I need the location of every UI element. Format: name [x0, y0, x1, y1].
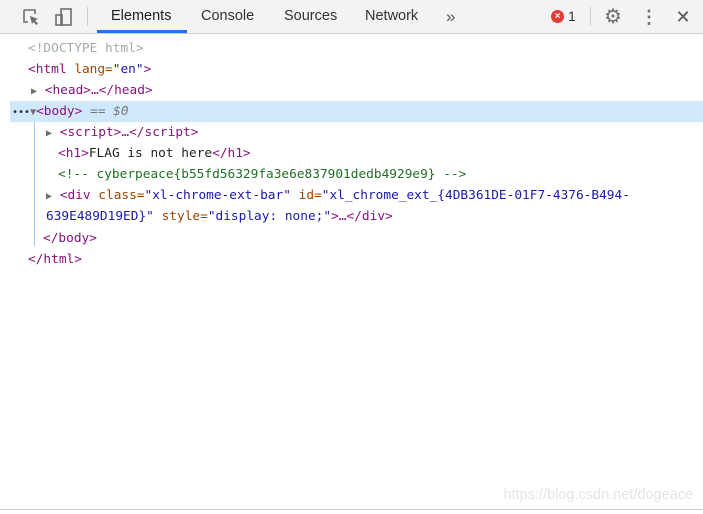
tag-bracket: >: [143, 62, 152, 77]
head-tag: <head>…</head>: [44, 83, 153, 98]
attr-name: id=: [290, 188, 322, 203]
attr-name: lang=: [66, 62, 113, 77]
more-options-icon[interactable]: ⋮: [639, 7, 659, 27]
attr-value: 639E489D19ED}": [46, 209, 154, 224]
head-node[interactable]: ▶ <head>…</head>: [31, 80, 153, 101]
attr-value: "en": [112, 62, 144, 77]
error-count[interactable]: 1: [568, 8, 576, 24]
error-icon[interactable]: ×: [551, 10, 564, 23]
more-tabs-button[interactable]: »: [432, 0, 469, 33]
doctype-node[interactable]: <!DOCTYPE html>: [28, 38, 144, 59]
comment-node[interactable]: <!-- cyberpeace{b55fd56329fa3e6e837901de…: [58, 164, 466, 185]
h1-node[interactable]: <h1>FLAG is not here</h1>: [58, 143, 251, 164]
tab-elements[interactable]: Elements: [97, 0, 187, 33]
watermark: https://blog.csdn.net/dogeace: [503, 487, 693, 503]
expand-triangle-icon[interactable]: ▶: [46, 191, 52, 202]
selected-marker: == $0: [82, 104, 129, 119]
div-close-tag: >…</div>: [331, 209, 393, 224]
html-close-tag[interactable]: </html>: [28, 249, 82, 270]
divider: [590, 7, 591, 26]
attr-value: "xl-chrome-ext-bar": [144, 188, 291, 203]
h1-close-tag: </h1>: [212, 146, 251, 161]
tab-network[interactable]: Network: [351, 0, 432, 33]
tab-console[interactable]: Console: [187, 0, 268, 33]
attr-name: class=: [90, 188, 145, 203]
attr-name: style=: [153, 209, 208, 224]
inspect-element-icon[interactable]: [21, 7, 41, 27]
div-tag: <div: [59, 188, 91, 203]
div-node[interactable]: ▶ <div class="xl-chrome-ext-bar" id="xl_…: [46, 185, 630, 206]
body-tag: <body>: [36, 104, 83, 119]
html-tag: <html: [28, 62, 67, 77]
html-node[interactable]: <html lang="en">: [28, 59, 151, 80]
settings-gear-icon[interactable]: ⚙: [603, 7, 623, 27]
device-toolbar-icon[interactable]: [54, 7, 74, 27]
bottom-divider: [0, 509, 703, 510]
divider: [87, 7, 88, 26]
tab-sources[interactable]: Sources: [270, 0, 351, 33]
expand-triangle-icon[interactable]: ▶: [46, 128, 52, 139]
devtools-toolbar: Elements Console Sources Network » × 1 ⚙…: [0, 0, 703, 34]
close-icon[interactable]: ✕: [673, 7, 693, 27]
indent-guide: [34, 122, 35, 246]
body-close-tag[interactable]: </body>: [43, 228, 97, 249]
h1-open-tag: <h1>: [58, 146, 89, 161]
script-node[interactable]: ▶ <script>…</script>: [46, 122, 198, 143]
attr-value: "display: none;": [207, 209, 332, 224]
h1-text: FLAG is not here: [88, 146, 213, 161]
div-node-continued[interactable]: 639E489D19ED}" style="display: none;">…<…: [46, 206, 393, 227]
body-node[interactable]: •••▼<body> == $0: [12, 101, 129, 122]
expand-triangle-icon[interactable]: ▶: [31, 86, 37, 97]
more-dots-icon[interactable]: •••: [12, 107, 30, 118]
script-tag: <script>…</script>: [59, 125, 199, 140]
attr-value: "xl_chrome_ext_{4DB361DE-01F7-4376-B494-: [321, 188, 630, 203]
